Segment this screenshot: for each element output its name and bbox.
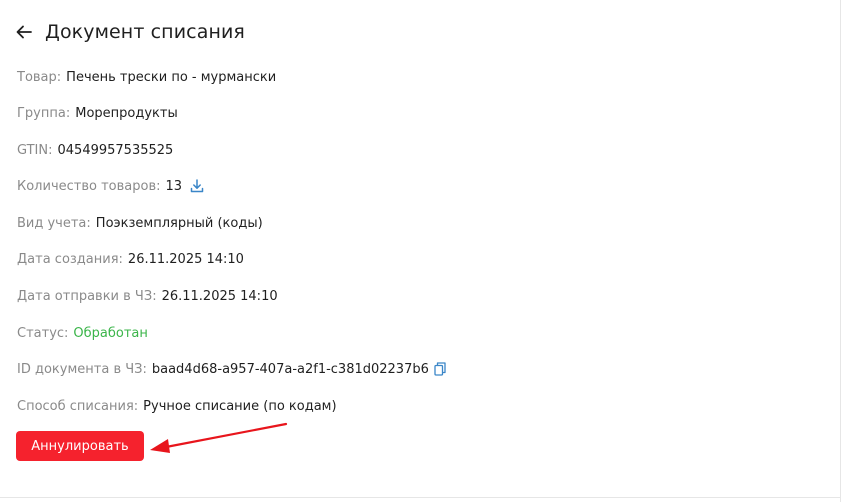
field-status-label: Статус (17, 325, 65, 341)
cancel-document-button[interactable]: Аннулировать (16, 431, 144, 461)
field-quantity-value: 13 (165, 178, 183, 194)
field-colon: : (142, 361, 147, 377)
field-product-value: Печень трески по - мурмански (66, 69, 277, 85)
field-created-value: 26.11.2025 14:10 (127, 251, 244, 267)
field-colon: : (133, 398, 139, 414)
field-colon: : (86, 215, 91, 231)
field-group-value: Морепродукты (75, 105, 178, 121)
status-badge: Обработан (73, 325, 148, 341)
field-product: Товар: Печень трески по - мурмански (17, 68, 276, 86)
field-status: Статус: Обработан (17, 324, 148, 342)
field-colon: : (56, 69, 62, 85)
field-accounting-value: Поэкземплярный (коды) (95, 215, 263, 231)
field-doc-id-value: baad4d68-a957-407a-a2f1-c381d02237b6 (151, 361, 429, 377)
field-accounting-label: Вид учета (17, 215, 87, 231)
field-gtin-value: 04549957535525 (57, 142, 174, 158)
panel-right-border (840, 0, 841, 502)
field-doc-id-label: ID документа в ЧЗ (17, 361, 143, 377)
field-colon: : (48, 142, 53, 158)
field-quantity-label: Количество товаров (17, 178, 157, 194)
field-colon: : (156, 178, 161, 194)
field-doc-id: ID документа в ЧЗ: baad4d68-a957-407a-a2… (17, 360, 446, 378)
field-colon: : (65, 105, 71, 121)
field-created: Дата создания: 26.11.2025 14:10 (17, 250, 244, 268)
field-method: Способ списания: Ручное списание (по код… (17, 397, 337, 415)
field-sent-value: 26.11.2025 14:10 (161, 288, 278, 304)
field-sent-label: Дата отправки в ЧЗ (17, 288, 153, 304)
field-group-label: Группа (17, 105, 66, 121)
field-sent: Дата отправки в ЧЗ: 26.11.2025 14:10 (17, 287, 278, 305)
page-header: Документ списания (15, 19, 245, 45)
field-method-value: Ручное списание (по кодам) (143, 398, 337, 414)
field-product-label: Товар (17, 69, 57, 85)
copy-icon[interactable] (434, 362, 446, 376)
field-accounting: Вид учета: Поэкземплярный (коды) (17, 214, 263, 232)
field-gtin: GTIN: 04549957535525 (17, 141, 173, 159)
back-button[interactable] (15, 23, 33, 41)
panel-bottom-border (0, 497, 841, 498)
arrow-left-icon (16, 25, 32, 39)
field-group: Группа: Морепродукты (17, 104, 178, 122)
field-gtin-label: GTIN (17, 142, 49, 158)
field-colon: : (64, 325, 69, 341)
field-quantity: Количество товаров: 13 (17, 177, 204, 195)
field-colon: : (152, 288, 157, 304)
page-title: Документ списания (45, 21, 245, 43)
field-colon: : (118, 251, 123, 267)
download-icon[interactable] (190, 179, 204, 193)
field-created-label: Дата создания (17, 251, 119, 267)
field-method-label: Способ списания (17, 398, 134, 414)
